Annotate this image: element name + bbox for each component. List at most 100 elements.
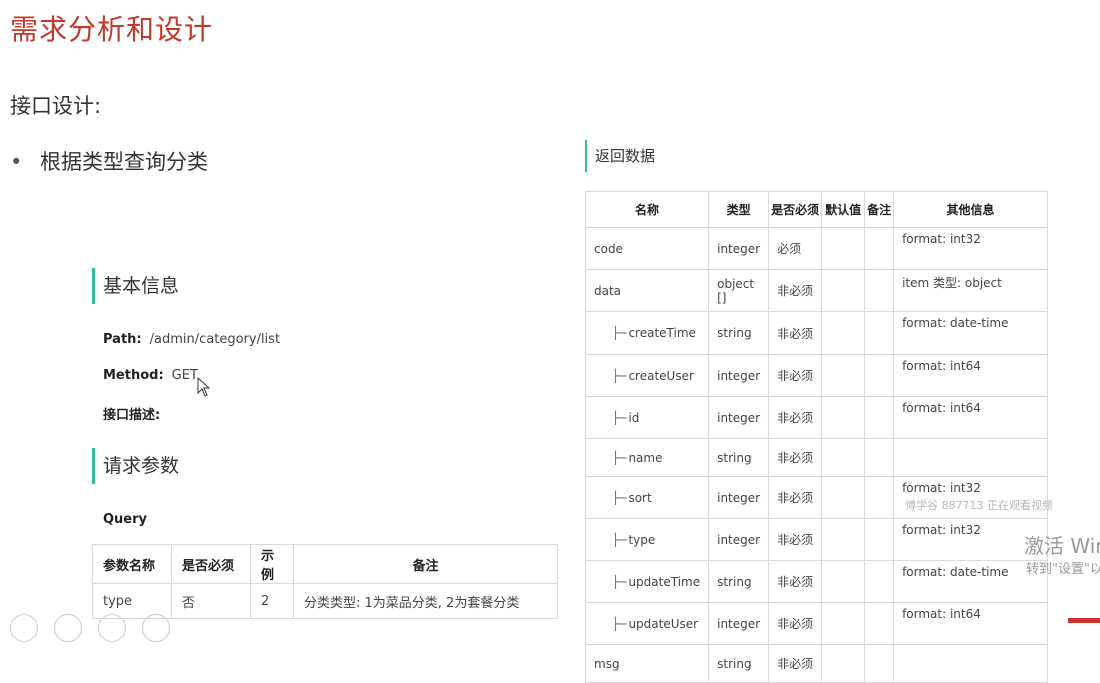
table-cell (864, 602, 895, 645)
bullet-text: 根据类型查询分类 (40, 150, 208, 174)
table-row: ├─ name string 非必须 (584, 438, 1048, 477)
table-cell (821, 476, 866, 519)
desc-label: 接口描述: (103, 408, 161, 423)
table-row: ├─ updateTime string 非必须 format: date-time (584, 560, 1048, 603)
table-cell (821, 227, 866, 270)
response-data-heading: 返回数据 (585, 140, 655, 172)
table-cell: ├─ id (584, 396, 710, 439)
table-cell (821, 560, 866, 603)
col-header: 备注 (864, 191, 895, 228)
table-cell: string (708, 560, 770, 603)
table-cell: integer (708, 602, 770, 645)
activate-windows-hint: 转到"设置"以 (1026, 562, 1100, 577)
tree-branch-icon: ├─ (612, 532, 627, 547)
table-cell: string (708, 311, 770, 355)
prev-slide-icon[interactable] (10, 614, 38, 642)
table-cell: format: date-time (893, 560, 1048, 603)
bullet-item: • 根据类型查询分类 (10, 146, 208, 176)
table-cell: format: date-time (893, 311, 1048, 355)
bullet-dot-icon: • (10, 150, 23, 174)
slides-icon[interactable] (54, 614, 82, 642)
table-cell: integer (708, 354, 770, 397)
table-cell: 2 (250, 583, 294, 619)
table-cell (893, 644, 1048, 683)
query-label: Query (103, 512, 148, 527)
table-cell: 非必须 (768, 311, 823, 355)
method-value: GET (171, 368, 198, 383)
col-header: 是否必须 (768, 191, 823, 228)
table-header-row: 名称 类型 是否必须 默认值 备注 其他信息 (584, 191, 1048, 228)
table-cell: ├─ updateTime (584, 560, 710, 603)
table-row: ├─ type integer 非必须 format: int32 (584, 518, 1048, 561)
table-row: data object [] 非必须 item 类型: object (584, 269, 1048, 312)
table-cell: ├─ createTime (584, 311, 710, 355)
table-cell: string (708, 644, 770, 683)
tree-branch-icon: ├─ (612, 574, 627, 589)
table-cell: msg (584, 644, 710, 683)
table-cell: ├─ sort (584, 476, 710, 519)
table-cell: 非必须 (768, 354, 823, 397)
slide-nav-controls (10, 614, 186, 646)
table-cell: code (584, 227, 710, 270)
response-table-body: code integer 必须 format: int32 data object [] 非… (584, 227, 1048, 683)
table-header-row: 参数名称 是否必须 示例 备注 (92, 544, 558, 584)
table-cell (821, 644, 866, 683)
table-cell: 非必须 (768, 269, 823, 312)
table-cell: integer (708, 227, 770, 270)
table-row: ├─ updateUser integer 非必须 format: int64 (584, 602, 1048, 645)
table-cell: 非必须 (768, 396, 823, 439)
video-watermark: 博学谷 887713 正在观看视频 (905, 499, 1053, 512)
more-icon[interactable] (142, 614, 170, 642)
table-cell: integer (708, 476, 770, 519)
path-label: Path: (103, 332, 142, 347)
col-header: 名称 (584, 191, 710, 228)
slide-title: 需求分析和设计 (10, 13, 214, 46)
table-cell: integer (708, 518, 770, 561)
response-data-table: 名称 类型 是否必须 默认值 备注 其他信息 code integer 必须 form… (584, 191, 1048, 683)
activate-windows-title: 激活 Wir (1024, 534, 1100, 558)
field-name: createUser (628, 368, 694, 383)
table-cell: 非必须 (768, 476, 823, 519)
table-cell (821, 438, 866, 477)
table-cell: 非必须 (768, 560, 823, 603)
table-row: ├─ id integer 非必须 format: int64 (584, 396, 1048, 439)
table-cell (821, 269, 866, 312)
slide-subtitle: 接口设计: (10, 94, 102, 118)
table-cell (864, 269, 895, 312)
table-cell: object [] (708, 269, 770, 312)
table-cell: 必须 (768, 227, 823, 270)
table-row: msg string 非必须 (584, 644, 1048, 683)
table-cell (864, 311, 895, 355)
col-header: 是否必须 (171, 544, 251, 584)
table-cell: integer (708, 396, 770, 439)
col-header: 类型 (708, 191, 770, 228)
table-cell: data (584, 269, 710, 312)
table-cell: ├─ createUser (584, 354, 710, 397)
field-name: updateUser (628, 616, 699, 631)
table-row: ├─ createUser integer 非必须 format: int64 (584, 354, 1048, 397)
table-cell: 非必须 (768, 602, 823, 645)
table-cell: 非必须 (768, 644, 823, 683)
table-cell (864, 644, 895, 683)
table-cell: ├─ type (584, 518, 710, 561)
table-cell (821, 311, 866, 355)
tree-branch-icon: ├─ (612, 616, 627, 631)
table-cell: 分类类型: 1为菜品分类, 2为套餐分类 (293, 583, 558, 619)
table-cell (821, 518, 866, 561)
zoom-icon[interactable] (98, 614, 126, 642)
col-header: 示例 (250, 544, 294, 584)
tree-branch-icon: ├─ (612, 450, 627, 465)
table-cell (821, 396, 866, 439)
tree-branch-icon: ├─ (612, 410, 627, 425)
table-row: ├─ createTime string 非必须 format: date-time (584, 311, 1048, 355)
table-cell: 非必须 (768, 518, 823, 561)
tree-branch-icon: ├─ (612, 490, 627, 505)
request-params-table: 参数名称 是否必须 示例 备注 type 否 2 分类类型: 1为菜品分类, 2… (92, 544, 558, 619)
col-header: 参数名称 (92, 544, 172, 584)
request-params-heading: 请求参数 (92, 448, 179, 484)
col-header: 默认值 (821, 191, 866, 228)
basic-info-heading: 基本信息 (92, 268, 179, 304)
table-cell: 非必须 (768, 438, 823, 477)
table-cell (864, 227, 895, 270)
table-cell: item 类型: object (893, 269, 1048, 312)
